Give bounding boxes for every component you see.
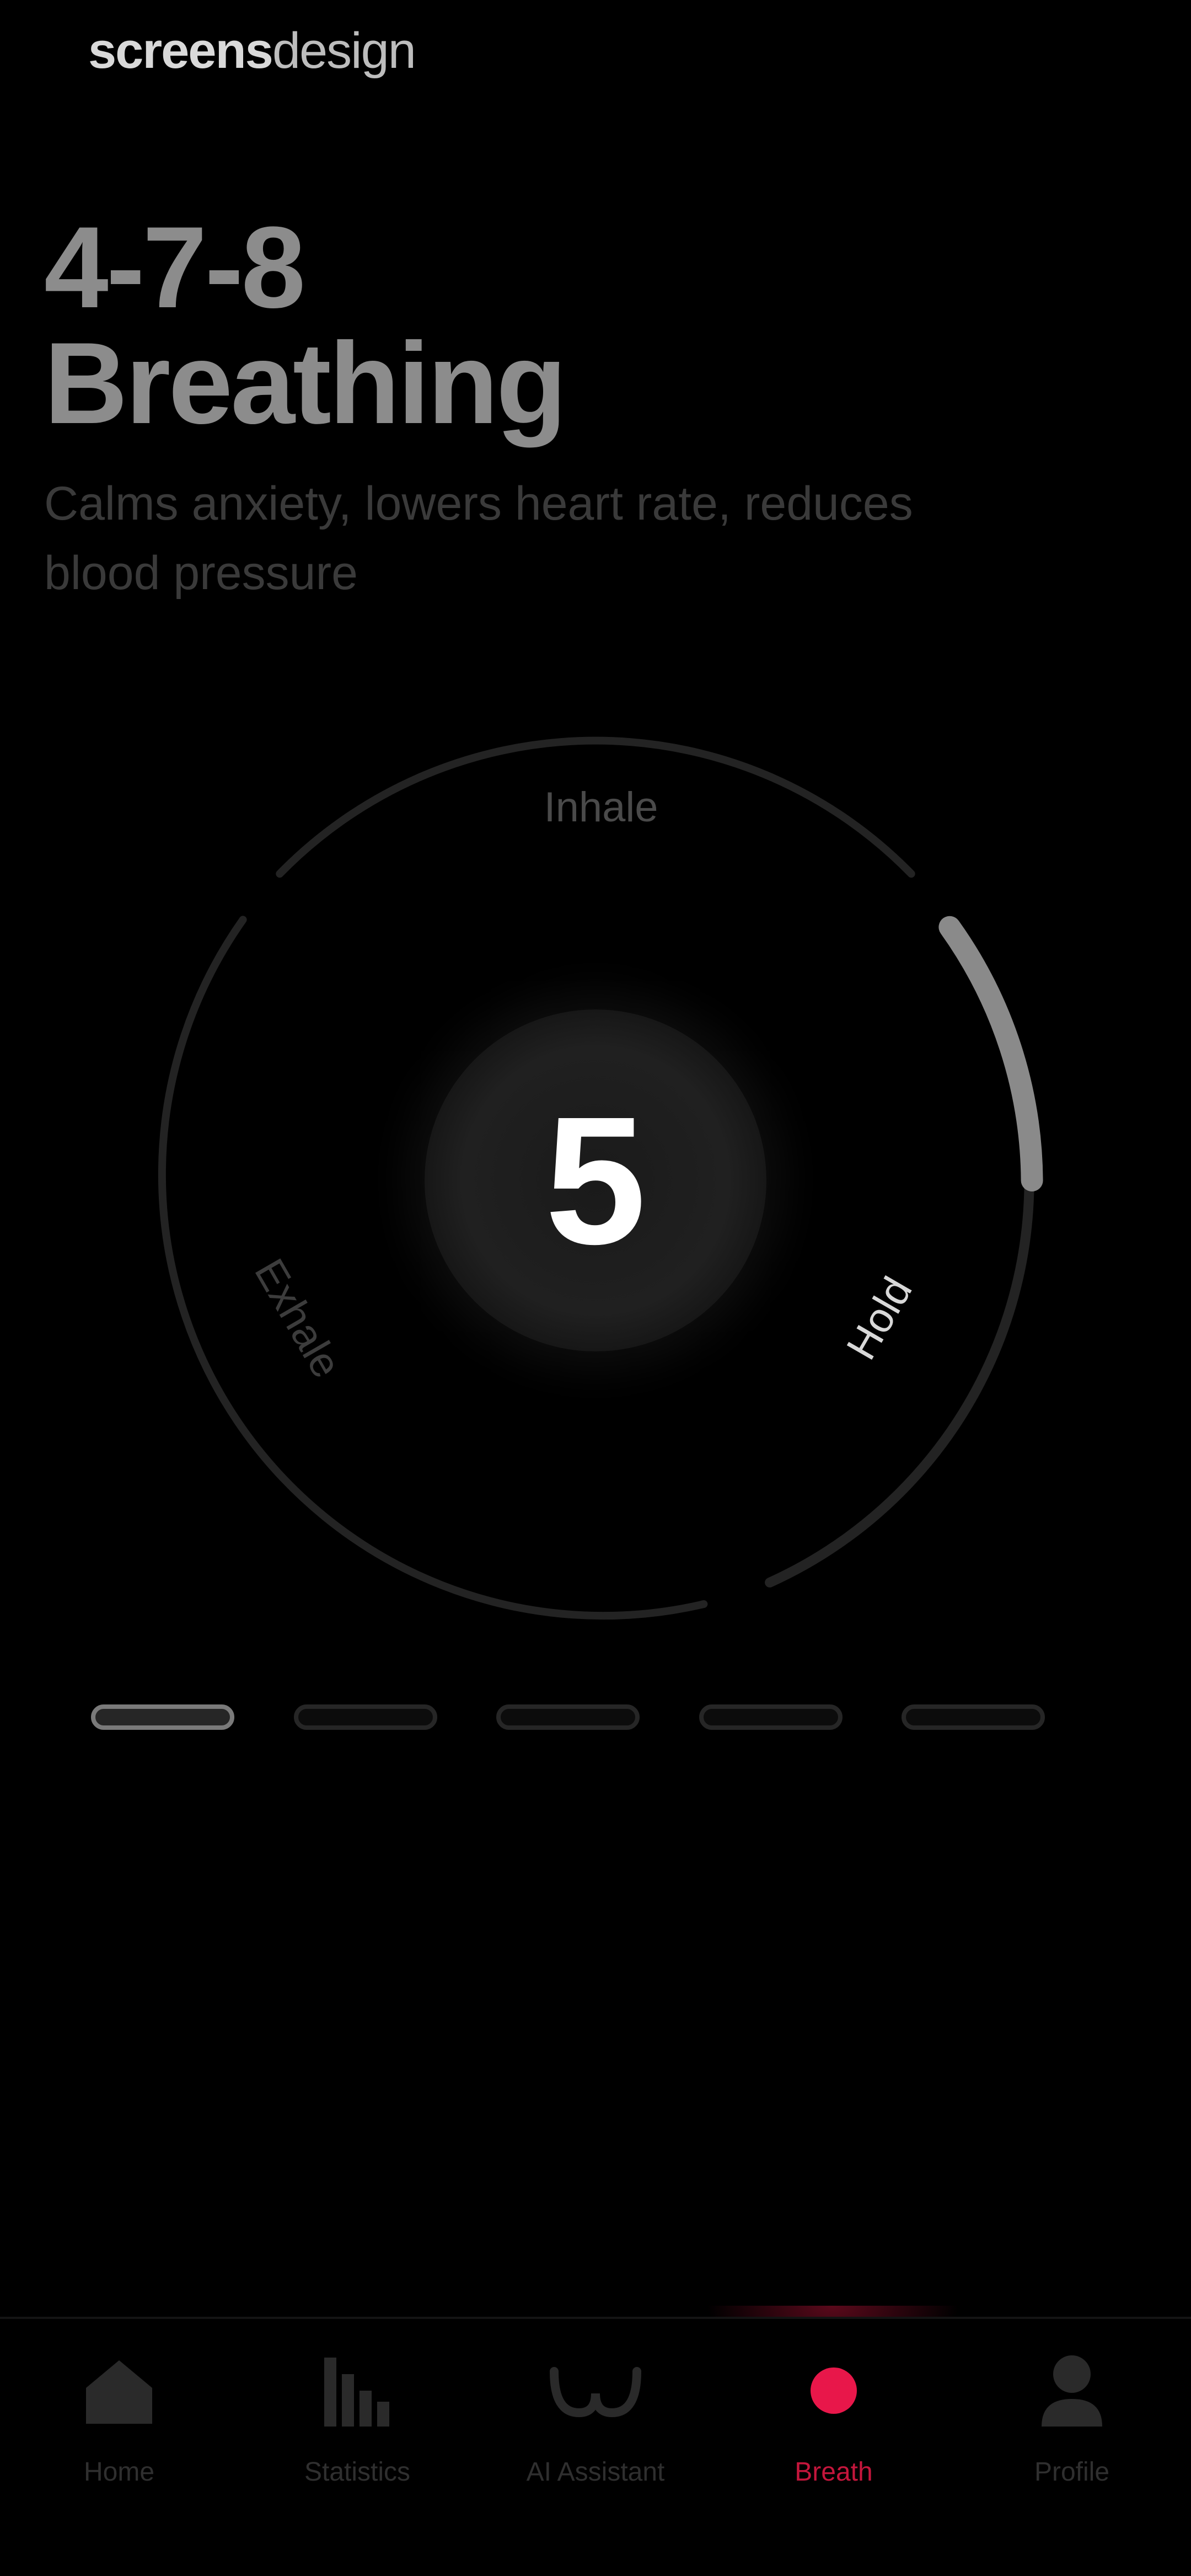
page-subtitle: Calms anxiety, lowers heart rate, reduce…: [44, 477, 913, 600]
countdown-number: 5: [545, 1078, 646, 1282]
assistant-icon: [540, 2335, 651, 2446]
breath-ring: Inhale Hold Exhale 5: [149, 723, 1053, 1627]
page-dot-3[interactable]: [496, 1704, 640, 1730]
bottom-tab-bar: Home Statistics AI Assistant Breath Prof…: [0, 2317, 1191, 2576]
profile-icon: [1017, 2335, 1127, 2446]
breath-dot-icon: [779, 2335, 889, 2446]
countdown-disc[interactable]: 5: [425, 1009, 766, 1351]
tab-label-ai-assistant: AI Assistant: [526, 2457, 665, 2487]
tab-label-breath: Breath: [795, 2457, 873, 2487]
breathing-screen: screensdesign 4-7-8 Breathing Calms anxi…: [0, 0, 1191, 2576]
tab-label-home: Home: [83, 2457, 155, 2487]
home-icon: [64, 2335, 174, 2446]
page-dot-4[interactable]: [699, 1704, 843, 1730]
tab-label-profile: Profile: [1034, 2457, 1110, 2487]
page-dot-5[interactable]: [902, 1704, 1045, 1730]
tab-ai-assistant[interactable]: AI Assistant: [476, 2319, 715, 2576]
page-dot-2[interactable]: [293, 1704, 437, 1730]
tab-label-statistics: Statistics: [304, 2457, 411, 2487]
page-title: 4-7-8 Breathing: [44, 202, 567, 448]
watermark-logo: screensdesign: [88, 22, 416, 80]
bar-chart-icon: [302, 2335, 412, 2446]
tab-breath[interactable]: Breath: [715, 2319, 953, 2576]
tab-home[interactable]: Home: [0, 2319, 238, 2576]
ring-progress-arc: [938, 916, 1043, 1191]
page-indicator: [91, 1704, 1045, 1732]
tab-statistics[interactable]: Statistics: [238, 2319, 476, 2576]
watermark-light-text: design: [272, 23, 416, 79]
title-line-2: Breathing: [44, 318, 567, 448]
page-dot-1[interactable]: [91, 1704, 234, 1730]
watermark-bold-text: screens: [88, 23, 273, 79]
title-line-1: 4-7-8: [44, 202, 305, 332]
phase-label-inhale: Inhale: [544, 784, 658, 831]
tab-profile[interactable]: Profile: [953, 2319, 1191, 2576]
